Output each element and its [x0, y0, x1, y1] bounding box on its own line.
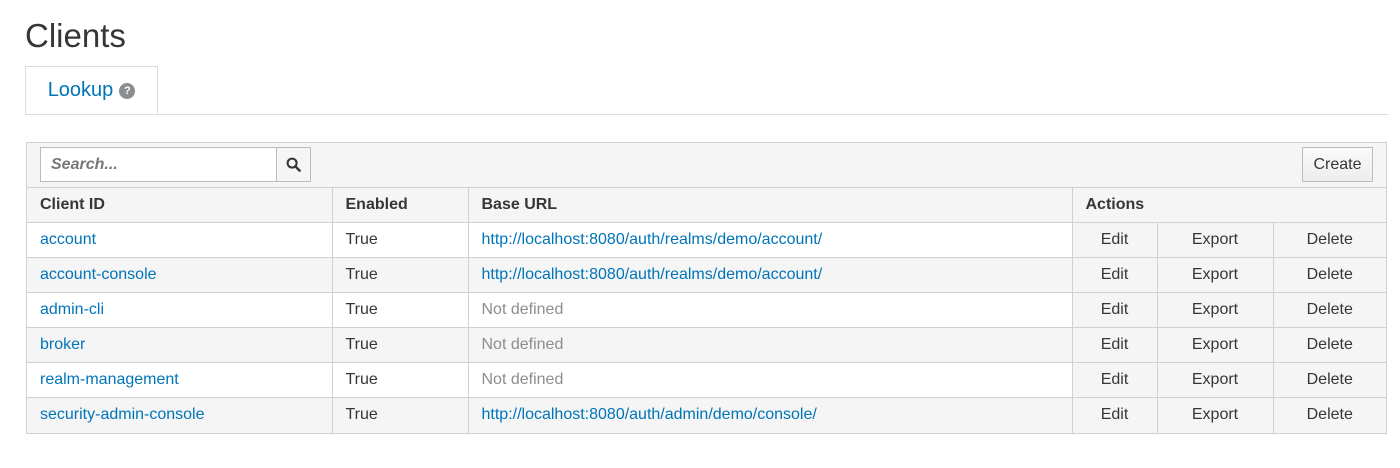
create-button[interactable]: Create: [1302, 147, 1373, 182]
search-icon: [286, 157, 301, 172]
delete-button[interactable]: Delete: [1273, 362, 1386, 398]
client-id-link[interactable]: security-admin-console: [40, 406, 205, 423]
column-header-actions: Actions: [1072, 188, 1386, 223]
export-button[interactable]: Export: [1157, 397, 1274, 433]
base-url-cell: Not defined: [468, 327, 1073, 363]
edit-button[interactable]: Edit: [1072, 222, 1158, 258]
table-row: broker True Not defined Edit Export Delete: [27, 327, 1386, 363]
delete-button[interactable]: Delete: [1273, 222, 1386, 258]
page-title: Clients: [25, 17, 126, 54]
column-header-client-id[interactable]: Client ID: [27, 188, 333, 223]
client-id-link[interactable]: account-console: [40, 266, 157, 283]
enabled-cell: True: [332, 292, 469, 328]
client-id-link[interactable]: admin-cli: [40, 301, 104, 318]
client-id-link[interactable]: account: [40, 231, 96, 248]
table-row: realm-management True Not defined Edit Expor…: [27, 362, 1386, 398]
client-id-cell: realm-management: [27, 362, 333, 398]
tab-lookup-label: Lookup: [47, 78, 114, 101]
edit-button[interactable]: Edit: [1072, 397, 1158, 433]
enabled-cell: True: [332, 362, 469, 398]
export-button[interactable]: Export: [1157, 362, 1274, 398]
table-header-row: Client ID Enabled Base URL Actions: [27, 188, 1386, 223]
edit-button[interactable]: Edit: [1072, 362, 1158, 398]
base-url-link[interactable]: http://localhost:8080/auth/realms/demo/a…: [482, 231, 823, 248]
base-url-link[interactable]: http://localhost:8080/auth/realms/demo/a…: [482, 266, 823, 283]
edit-button[interactable]: Edit: [1072, 327, 1158, 363]
edit-button[interactable]: Edit: [1072, 292, 1158, 328]
delete-button[interactable]: Delete: [1273, 397, 1386, 433]
base-url-cell: Not defined: [468, 362, 1073, 398]
delete-button[interactable]: Delete: [1273, 292, 1386, 328]
enabled-cell: True: [332, 397, 469, 433]
clients-table-panel: Create Client ID Enabled Base URL Action…: [26, 142, 1387, 434]
client-id-cell: account: [27, 222, 333, 258]
base-url-cell: http://localhost:8080/auth/admin/demo/co…: [468, 397, 1073, 433]
enabled-cell: True: [332, 222, 469, 258]
enabled-cell: True: [332, 257, 469, 293]
delete-button[interactable]: Delete: [1273, 327, 1386, 363]
delete-button[interactable]: Delete: [1273, 257, 1386, 293]
base-url-cell: Not defined: [468, 292, 1073, 328]
export-button[interactable]: Export: [1157, 292, 1274, 328]
export-button[interactable]: Export: [1157, 257, 1274, 293]
column-header-enabled[interactable]: Enabled: [332, 188, 469, 223]
client-id-cell: broker: [27, 327, 333, 363]
client-id-cell: security-admin-console: [27, 397, 333, 433]
search-input[interactable]: [40, 147, 277, 182]
client-id-cell: account-console: [27, 257, 333, 293]
edit-button[interactable]: Edit: [1072, 257, 1158, 293]
client-id-link[interactable]: realm-management: [40, 371, 179, 388]
search-button[interactable]: [276, 147, 311, 182]
base-url-link[interactable]: http://localhost:8080/auth/admin/demo/co…: [482, 406, 817, 423]
table-row: account True http://localhost:8080/auth/re…: [27, 222, 1386, 258]
export-button[interactable]: Export: [1157, 327, 1274, 363]
client-id-link[interactable]: broker: [40, 336, 85, 353]
enabled-cell: True: [332, 327, 469, 363]
client-id-cell: admin-cli: [27, 292, 333, 328]
table-row: account-console True http://localhost:8080…: [27, 257, 1386, 293]
table-row: admin-cli True Not defined Edit Export Delete: [27, 292, 1386, 328]
clients-table: Client ID Enabled Base URL Actions accou…: [27, 188, 1386, 433]
base-url-cell: http://localhost:8080/auth/realms/demo/a…: [468, 222, 1073, 258]
base-url-cell: http://localhost:8080/auth/realms/demo/a…: [468, 257, 1073, 293]
export-button[interactable]: Export: [1157, 222, 1274, 258]
table-row: security-admin-console True http://localho…: [27, 397, 1386, 433]
question-circle-icon[interactable]: ?: [119, 83, 136, 99]
column-header-base-url[interactable]: Base URL: [468, 188, 1073, 223]
tab-lookup[interactable]: Lookup ?: [25, 66, 158, 114]
table-toolbar: Create: [27, 143, 1386, 188]
tab-bar: Lookup ?: [25, 66, 1388, 115]
